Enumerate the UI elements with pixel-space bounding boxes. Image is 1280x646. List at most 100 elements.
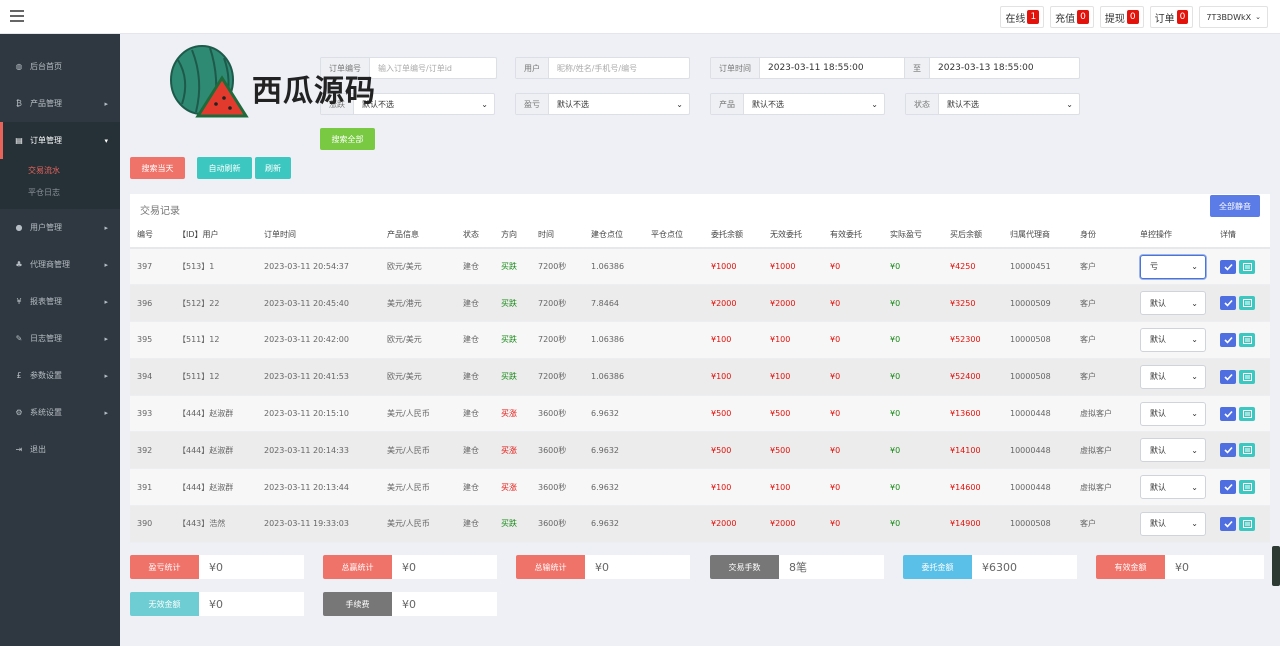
sidebar-item-logout[interactable]: ⇥ 退出 xyxy=(0,431,120,468)
cell-valid: ¥0 xyxy=(823,284,883,323)
edit-check-icon[interactable] xyxy=(1220,443,1236,458)
cell-id: 395 xyxy=(130,321,171,359)
order-time-from-input[interactable]: 2023-03-11 18:55:00 xyxy=(760,58,904,78)
user-dropdown[interactable]: 7T3BDWkX ⌄ xyxy=(1199,6,1268,28)
recharge-badge-button[interactable]: 充值 0 xyxy=(1050,6,1094,28)
stat-label: 总赢统计 xyxy=(323,555,392,579)
edit-check-icon[interactable] xyxy=(1220,332,1236,347)
sidebar-subitem-trade-flow[interactable]: 交易流水 xyxy=(0,159,120,181)
detail-list-icon[interactable] xyxy=(1239,406,1255,421)
sidebar-item-agents[interactable]: ♣ 代理商管理 ▸ xyxy=(0,246,120,283)
cell-role: 客户 xyxy=(1073,358,1133,396)
orders-badge-button[interactable]: 订单 0 xyxy=(1149,6,1194,28)
sidebar-subitem-close-log[interactable]: 平仓日志 xyxy=(0,181,120,203)
detail-list-icon[interactable] xyxy=(1239,369,1255,384)
cell-user: 【512】22 xyxy=(171,284,257,323)
control-select[interactable]: 默认 ⌄ xyxy=(1140,291,1206,316)
product-select[interactable]: 默认不选 ⌄ xyxy=(744,94,884,114)
cell-role: 客户 xyxy=(1073,248,1133,286)
cell-role: 虚拟客户 xyxy=(1073,431,1133,470)
stat-label: 手续费 xyxy=(323,592,392,616)
search-all-button[interactable]: 搜索全部 xyxy=(320,128,375,150)
search-today-button[interactable]: 搜索当天 xyxy=(130,157,185,179)
auto-refresh-button[interactable]: 自动刷新 xyxy=(197,157,252,179)
stat-box: 盈亏统计 ¥0 xyxy=(130,555,304,579)
order-time-to-input[interactable]: 2023-03-13 18:55:00 xyxy=(930,58,1079,78)
chevron-right-icon: ▸ xyxy=(104,371,108,380)
detail-list-icon[interactable] xyxy=(1239,516,1255,531)
sidebar-item-reports[interactable]: ¥ 报表管理 ▸ xyxy=(0,283,120,320)
col-header: 编号 xyxy=(130,222,171,249)
control-select[interactable]: 默认 ⌄ xyxy=(1140,364,1206,389)
side-drag-handle[interactable] xyxy=(1272,546,1280,586)
recharge-label: 充值 xyxy=(1055,13,1076,25)
order-time-to-label: 至 xyxy=(904,58,930,78)
table-row: 393 【444】赵淑群 2023-03-11 20:15:10 美元/人民币 建仓 买涨… xyxy=(130,395,1270,433)
detail-list-icon[interactable] xyxy=(1239,296,1255,311)
sidebar-item-label: 后台首页 xyxy=(30,62,62,71)
status-select[interactable]: 默认不选 ⌄ xyxy=(939,94,1079,114)
control-select[interactable]: 默认 ⌄ xyxy=(1140,475,1206,500)
stat-label: 盈亏统计 xyxy=(130,555,199,579)
chevron-down-icon: ⌄ xyxy=(1191,409,1198,419)
cell-pnl: ¥0 xyxy=(883,284,943,323)
cell-close xyxy=(644,505,704,543)
online-count: 1 xyxy=(1027,10,1040,24)
refresh-button[interactable]: 刷新 xyxy=(255,157,291,179)
edit-check-icon[interactable] xyxy=(1220,406,1236,421)
detail-list-icon[interactable] xyxy=(1239,480,1255,495)
cell-pnl: ¥0 xyxy=(883,321,943,359)
edit-check-icon[interactable] xyxy=(1220,369,1236,384)
control-select[interactable]: 默认 ⌄ xyxy=(1140,401,1206,426)
hamburger-menu-icon[interactable] xyxy=(10,10,24,22)
yen-icon: ¥ xyxy=(16,297,22,306)
cell-role: 客户 xyxy=(1073,505,1133,543)
chevron-right-icon: ▸ xyxy=(104,297,108,306)
detail-list-icon[interactable] xyxy=(1239,443,1255,458)
sidebar-item-params[interactable]: £ 参数设置 ▸ xyxy=(0,357,120,394)
control-select[interactable]: 默认 ⌄ xyxy=(1140,327,1206,352)
withdraw-badge-button[interactable]: 提现 0 xyxy=(1099,6,1144,28)
detail-list-icon[interactable] xyxy=(1239,259,1255,274)
cell-id: 392 xyxy=(130,431,171,470)
control-select[interactable]: 默认 ⌄ xyxy=(1140,511,1206,536)
cell-balance: ¥52300 xyxy=(943,321,1003,359)
cell-pnl: ¥0 xyxy=(883,431,943,470)
chevron-down-icon: ⌄ xyxy=(1191,519,1198,529)
col-header: 状态 xyxy=(456,222,494,249)
mute-all-button[interactable]: 全部静音 xyxy=(1210,195,1260,217)
cell-open: 6.9632 xyxy=(584,468,644,507)
sidebar-item-dashboard[interactable]: ◍ 后台首页 xyxy=(0,48,120,85)
col-header: 建仓点位 xyxy=(584,222,644,249)
cell-invalid: ¥500 xyxy=(763,395,823,433)
cell-role: 虚拟客户 xyxy=(1073,468,1133,507)
sidebar-item-users[interactable]: ● 用户管理 ▸ xyxy=(0,209,120,246)
cell-control: 默认 ⌄ xyxy=(1133,358,1213,396)
detail-list-icon[interactable] xyxy=(1239,332,1255,347)
cell-status: 建仓 xyxy=(456,321,494,359)
sidebar-item-logs[interactable]: ✎ 日志管理 ▸ xyxy=(0,320,120,357)
cell-detail xyxy=(1213,431,1270,470)
sidebar-item-label: 日志管理 xyxy=(30,334,62,343)
edit-check-icon[interactable] xyxy=(1220,480,1236,495)
control-select[interactable]: 亏 ⌄ xyxy=(1140,254,1206,279)
edit-check-icon[interactable] xyxy=(1220,516,1236,531)
control-select[interactable]: 默认 ⌄ xyxy=(1140,438,1206,463)
cell-role: 客户 xyxy=(1073,284,1133,323)
cell-role: 虚拟客户 xyxy=(1073,395,1133,433)
cell-user: 【511】12 xyxy=(171,321,257,359)
cell-detail xyxy=(1213,358,1270,396)
cell-user: 【444】赵淑群 xyxy=(171,395,257,433)
edit-check-icon[interactable] xyxy=(1220,296,1236,311)
sidebar-item-orders[interactable]: ▤ 订单管理 ▾ xyxy=(0,122,120,159)
sidebar-item-system[interactable]: ⚙ 系统设置 ▸ xyxy=(0,394,120,431)
log-icon: ✎ xyxy=(15,334,23,343)
user-filter-input[interactable]: 昵称/姓名/手机号/编号 xyxy=(549,58,689,78)
stat-value: ¥0 xyxy=(392,555,497,579)
sidebar-item-products[interactable]: ₿ 产品管理 ▸ xyxy=(0,85,120,122)
edit-check-icon[interactable] xyxy=(1220,259,1236,274)
cell-control: 默认 ⌄ xyxy=(1133,395,1213,433)
profit-select[interactable]: 默认不选 ⌄ xyxy=(549,94,689,114)
cell-product: 欧元/美元 xyxy=(380,358,456,396)
online-badge-button[interactable]: 在线 1 xyxy=(1000,6,1045,28)
